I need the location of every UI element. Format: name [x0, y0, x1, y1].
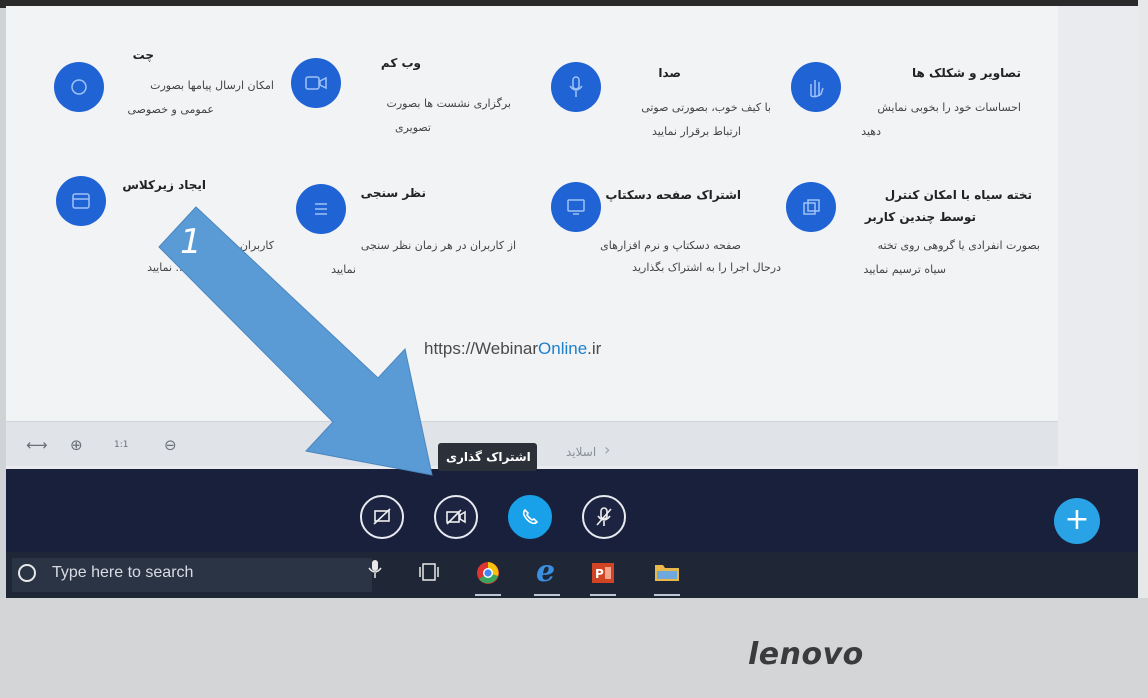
step-number: 1 — [180, 222, 202, 262]
tutorial-arrow-overlay — [158, 206, 433, 476]
lenovo-logo: lenovo — [748, 637, 864, 672]
monitor-chin — [0, 598, 1148, 698]
